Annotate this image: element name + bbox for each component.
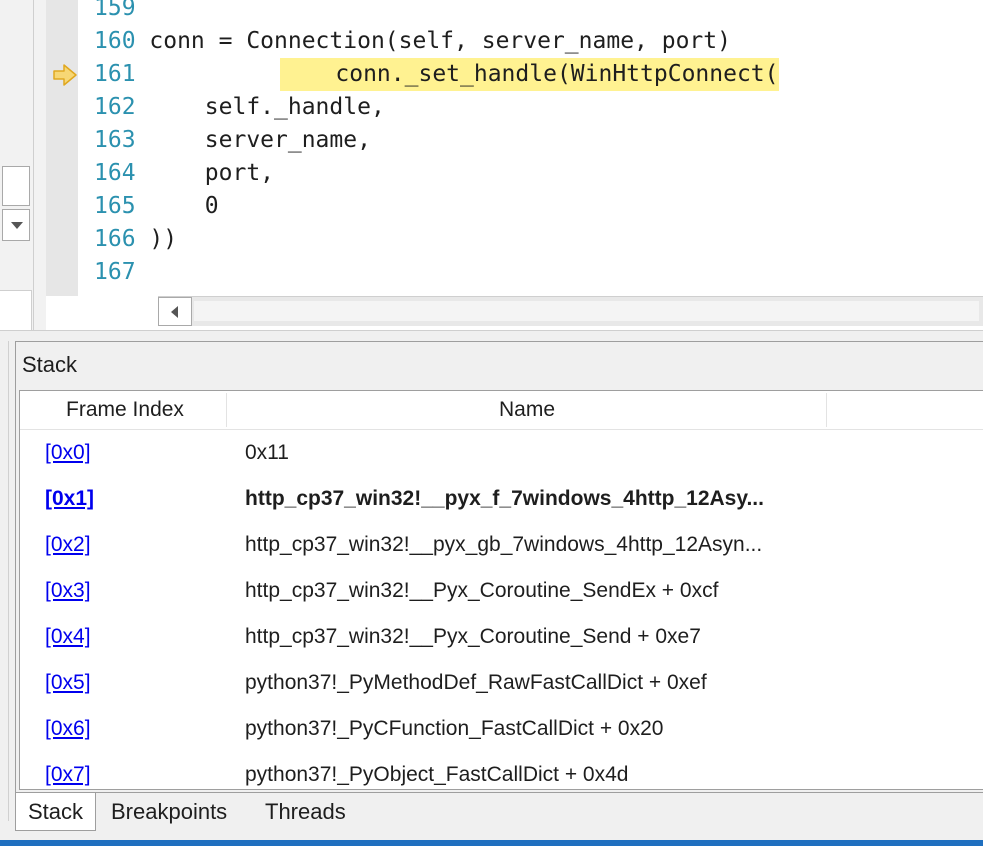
scrollbar-track[interactable] bbox=[194, 301, 979, 321]
stack-pane: Stack Frame Index Name [0x0] 0x11 [0x1] htt… bbox=[15, 341, 983, 793]
tool-window-tabs: Stack Breakpoints Threads bbox=[15, 793, 983, 833]
frame-name: http_cp37_win32!__Pyx_Coroutine_SendEx +… bbox=[245, 579, 719, 602]
horizontal-scrollbar[interactable] bbox=[158, 296, 983, 326]
code-editor[interactable]: 159 160 conn = Connection(self, server_na… bbox=[78, 0, 983, 296]
code-text: server_name, bbox=[94, 127, 371, 153]
grid-header: Frame Index Name bbox=[20, 391, 983, 430]
frame-name: http_cp37_win32!__pyx_gb_7windows_4http_… bbox=[245, 533, 763, 556]
line-number: 167 bbox=[94, 259, 136, 285]
code-text: self._handle, bbox=[94, 94, 385, 120]
left-side-strip bbox=[0, 0, 46, 330]
stack-frame-row[interactable]: [0x5] python37!_PyMethodDef_RawFastCallDi… bbox=[20, 660, 983, 706]
stack-frame-row[interactable]: [0x6] python37!_PyCFunction_FastCallDict … bbox=[20, 706, 983, 752]
frame-name: http_cp37_win32!__pyx_f_7windows_4http_1… bbox=[245, 487, 764, 510]
status-accent-bar bbox=[0, 840, 983, 846]
frame-index-link[interactable]: [0x2] bbox=[45, 522, 91, 568]
stack-pane-title: Stack bbox=[22, 352, 78, 377]
tab-threads[interactable]: Threads bbox=[253, 793, 358, 831]
frame-index-link[interactable]: [0x4] bbox=[45, 614, 91, 660]
column-header-frame-index[interactable]: Frame Index bbox=[20, 391, 230, 429]
stack-frame-row[interactable]: [0x4] http_cp37_win32!__Pyx_Coroutine_Sen… bbox=[20, 614, 983, 660]
frame-name: python37!_PyCFunction_FastCallDict + 0x2… bbox=[245, 717, 664, 740]
frame-name: python37!_PyObject_FastCallDict + 0x4d bbox=[245, 763, 629, 786]
stack-frame-row[interactable]: [0x0] 0x11 bbox=[20, 430, 983, 476]
scroll-left-button[interactable] bbox=[158, 297, 192, 326]
current-statement-arrow-icon bbox=[53, 64, 77, 86]
stack-frame-row[interactable]: [0x2] http_cp37_win32!__pyx_gb_7windows_4… bbox=[20, 522, 983, 568]
tab-breakpoints[interactable]: Breakpoints bbox=[99, 793, 239, 831]
column-divider[interactable] bbox=[826, 393, 827, 427]
tab-stack[interactable]: Stack bbox=[15, 793, 97, 831]
frame-index-link[interactable]: [0x7] bbox=[45, 752, 91, 789]
line-number: 161 bbox=[94, 61, 136, 87]
debug-tool-window: Stack Frame Index Name [0x0] 0x11 [0x1] htt… bbox=[0, 330, 983, 846]
panel-left-edge bbox=[0, 341, 9, 821]
current-statement-code: conn._set_handle(WinHttpConnect( bbox=[280, 58, 779, 91]
left-panel-box[interactable] bbox=[2, 166, 30, 206]
frame-index-link[interactable]: [0x5] bbox=[45, 660, 91, 706]
strip-divider bbox=[33, 0, 34, 330]
left-panel-field[interactable] bbox=[0, 290, 32, 330]
frame-index-link[interactable]: [0x3] bbox=[45, 568, 91, 614]
code-text: 0 bbox=[94, 193, 219, 219]
left-dropdown-button[interactable] bbox=[2, 209, 30, 241]
frame-index-link[interactable]: [0x0] bbox=[45, 430, 91, 476]
stack-frame-row[interactable]: [0x1] http_cp37_win32!__pyx_f_7windows_4h… bbox=[20, 476, 983, 522]
frame-name: 0x11 bbox=[245, 441, 289, 464]
frame-name: http_cp37_win32!__Pyx_Coroutine_Send + 0… bbox=[245, 625, 701, 648]
stack-frame-row[interactable]: [0x3] http_cp37_win32!__Pyx_Coroutine_Sen… bbox=[20, 568, 983, 614]
glyph-margin[interactable] bbox=[46, 0, 78, 296]
line-number: 159 bbox=[94, 0, 136, 21]
code-text: conn = Connection(self, server_name, por… bbox=[94, 28, 731, 54]
stack-frame-row[interactable]: [0x7] python37!_PyObject_FastCallDict + 0… bbox=[20, 752, 983, 789]
chevron-down-icon bbox=[11, 222, 23, 229]
frame-index-link[interactable]: [0x1] bbox=[45, 476, 94, 522]
frame-name: python37!_PyMethodDef_RawFastCallDict + … bbox=[245, 671, 707, 694]
code-text: port, bbox=[94, 160, 275, 186]
frame-index-link[interactable]: [0x6] bbox=[45, 706, 91, 752]
chevron-left-icon bbox=[171, 306, 178, 318]
stack-grid[interactable]: Frame Index Name [0x0] 0x11 [0x1] http_cp37… bbox=[19, 390, 983, 790]
column-header-name[interactable]: Name bbox=[227, 391, 827, 429]
code-text: )) bbox=[94, 226, 178, 252]
